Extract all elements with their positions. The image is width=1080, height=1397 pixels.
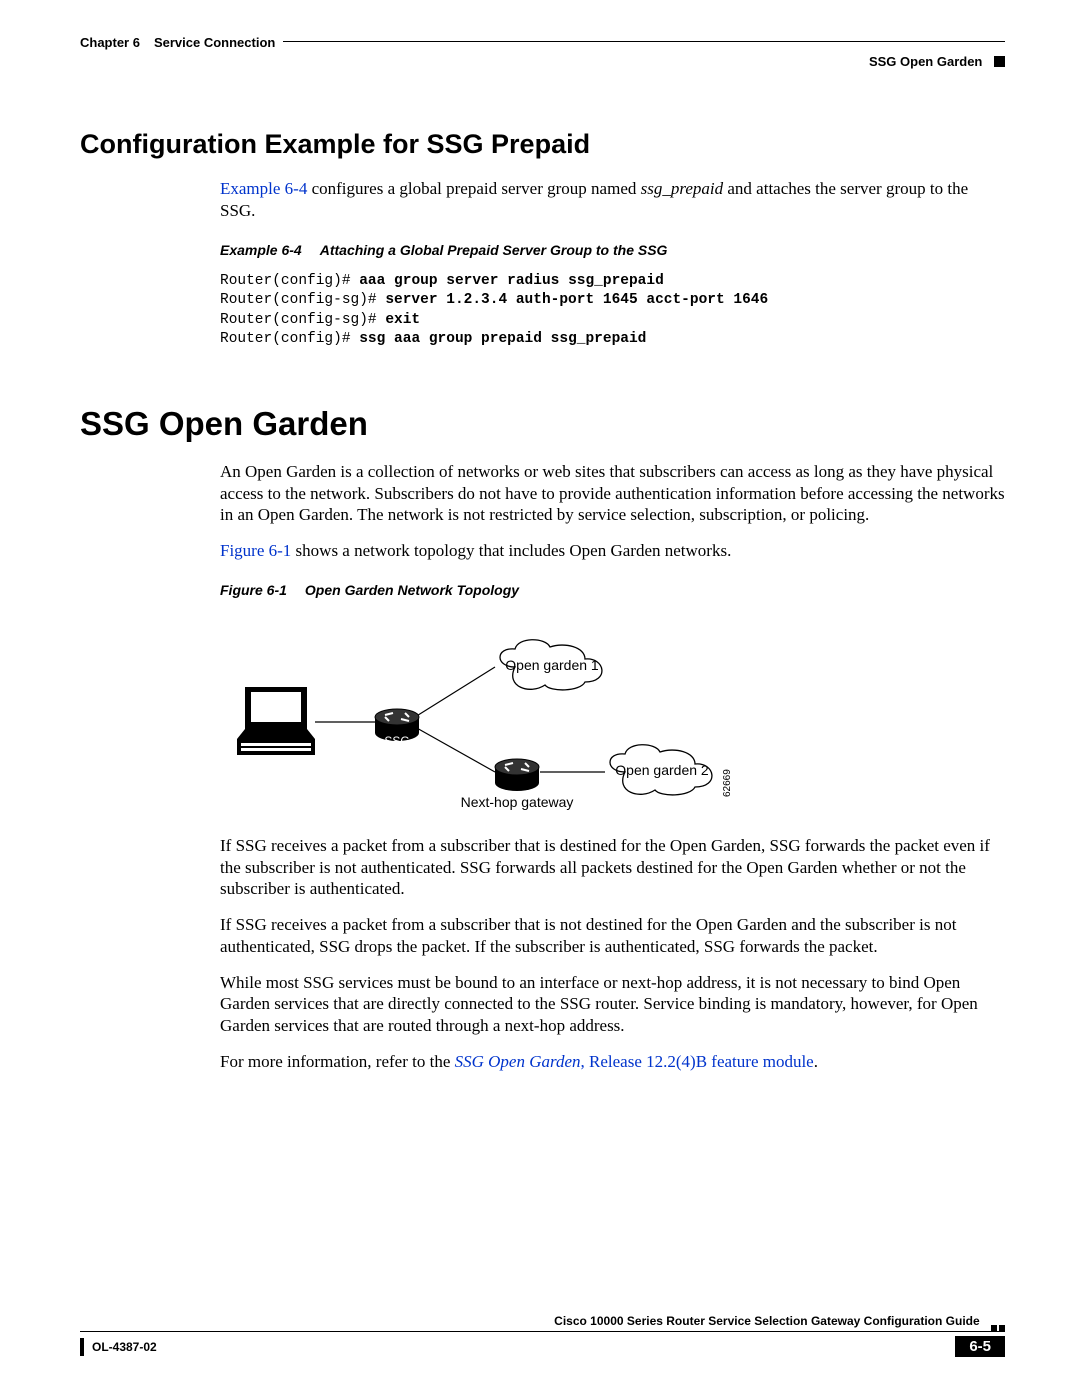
section-heading-config-example: Configuration Example for SSG Prepaid: [80, 129, 1005, 160]
sec2-para1: An Open Garden is a collection of networ…: [220, 461, 1005, 526]
sec2-para5: While most SSG services must be bound to…: [220, 972, 1005, 1037]
ssg-router-icon: SSG: [375, 709, 419, 748]
figure-6-1-link[interactable]: Figure 6-1: [220, 541, 291, 560]
example-6-4-link[interactable]: Example 6-4: [220, 179, 307, 198]
header-chapter: Chapter 6: [80, 35, 140, 50]
ssg-prepaid-name: ssg_prepaid: [641, 179, 724, 198]
svg-text:Open garden 1: Open garden 1: [505, 657, 599, 673]
open-garden-2-cloud: Open garden 2: [610, 744, 712, 794]
running-header: Chapter 6 Service Connection SSG Open Ga…: [80, 35, 1005, 69]
footer-doc-title: Cisco 10000 Series Router Service Select…: [80, 1314, 1005, 1332]
footer-doc-id: OL-4387-02: [80, 1338, 157, 1356]
open-garden-topology-figure: SSG Open garden 1 Next-hop gateway: [220, 612, 1005, 817]
svg-text:SSG: SSG: [384, 734, 409, 748]
figure-id: 62669: [722, 769, 733, 797]
open-garden-1-cloud: Open garden 1: [500, 639, 602, 689]
ssg-open-garden-doc-link[interactable]: SSG Open Garden, Release 12.2(4)B featur…: [455, 1052, 814, 1071]
main-heading-ssg-open-garden: SSG Open Garden: [80, 405, 1005, 443]
sec2-para3: If SSG receives a packet from a subscrib…: [220, 835, 1005, 900]
header-chapter-title: Service Connection: [154, 35, 275, 50]
nexthop-router-icon: [495, 759, 539, 791]
figure-caption: Figure 6-1Open Garden Network Topology: [220, 582, 1005, 598]
example-caption: Example 6-4Attaching a Global Prepaid Se…: [220, 242, 1005, 258]
header-chapter-line: Chapter 6 Service Connection: [80, 35, 1005, 50]
page-footer: Cisco 10000 Series Router Service Select…: [80, 1314, 1005, 1357]
sec2-para4: If SSG receives a packet from a subscrib…: [220, 914, 1005, 958]
sec2-para2: Figure 6-1 shows a network topology that…: [220, 540, 1005, 562]
sec1-paragraph: Example 6-4 configures a global prepaid …: [220, 178, 1005, 222]
page-number: 6-5: [955, 1336, 1005, 1357]
nexthop-label: Next-hop gateway: [461, 794, 574, 810]
header-section: SSG Open Garden: [80, 54, 1005, 69]
svg-text:Open garden 2: Open garden 2: [615, 762, 709, 778]
code-block: Router(config)# aaa group server radius …: [220, 272, 1005, 350]
sec2-para6: For more information, refer to the SSG O…: [220, 1051, 1005, 1073]
pc-icon: [237, 687, 315, 755]
